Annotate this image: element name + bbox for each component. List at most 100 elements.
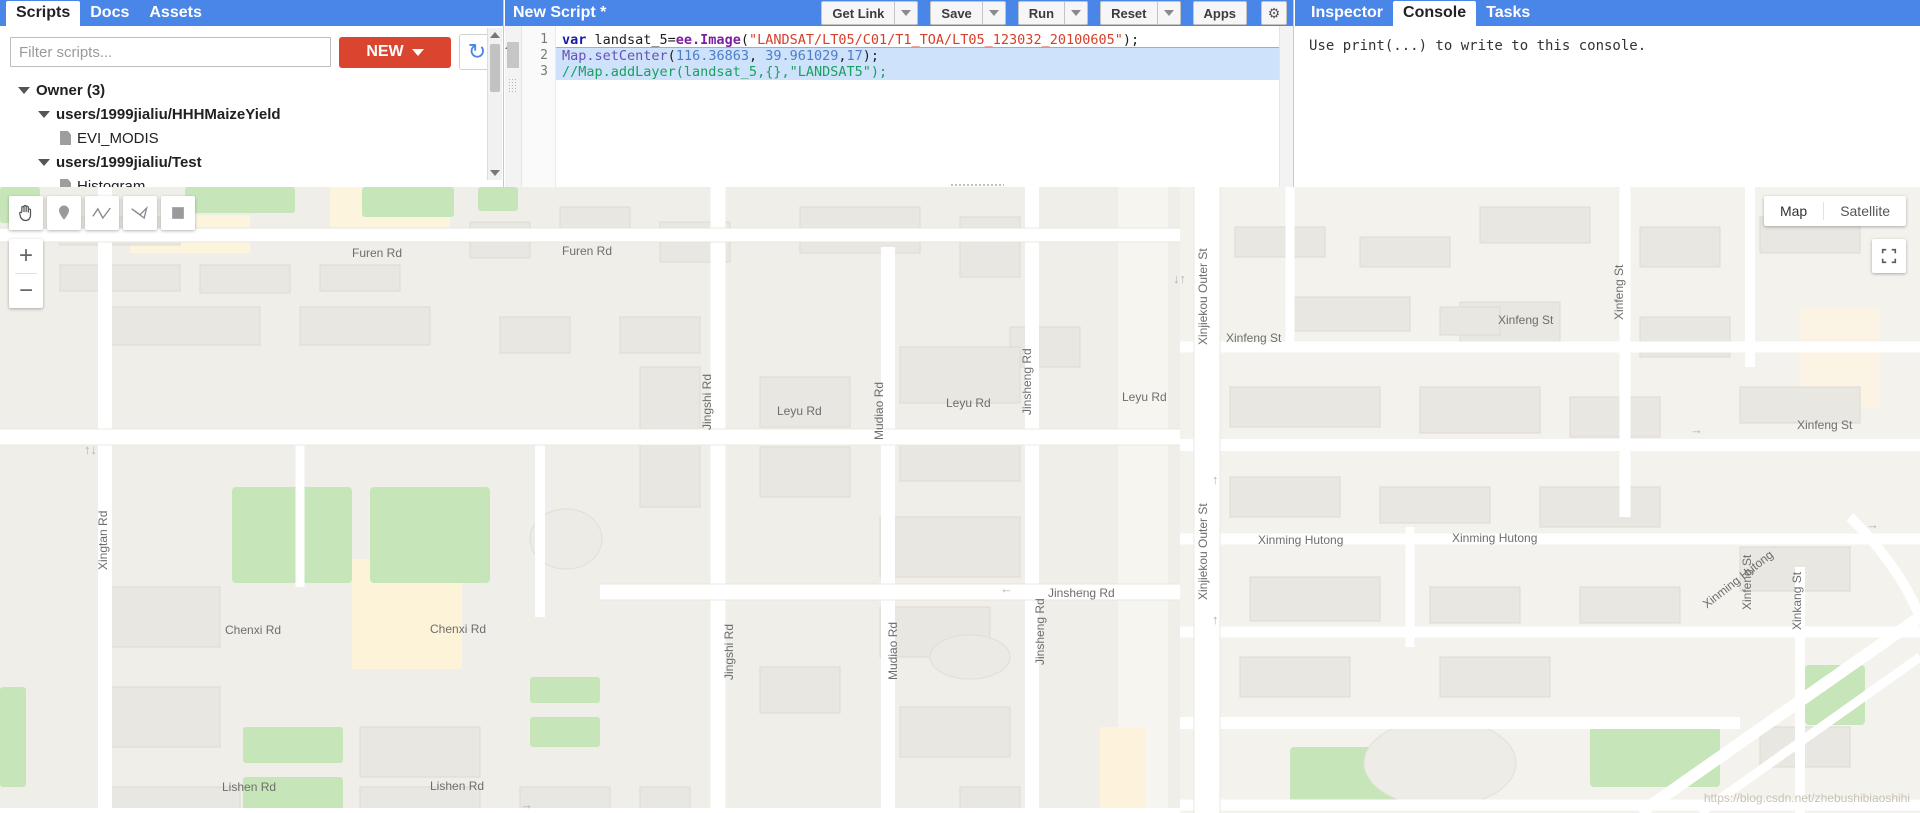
filter-scripts-input[interactable]: [10, 37, 331, 67]
road-label-vertical: Mudiao Rd: [886, 621, 900, 680]
zoom-control: + −: [9, 239, 43, 308]
code-text[interactable]: var landsat_5=ee.Image("LANDSAT/LT05/C01…: [556, 26, 1279, 187]
run-group: Run: [1017, 1, 1089, 25]
reset-button[interactable]: Reset: [1100, 1, 1158, 25]
reset-dropdown[interactable]: [1157, 1, 1181, 25]
code-line: Map.setCenter(116.36863, 39.961029,17);: [556, 48, 1279, 64]
triangle-down-icon: [490, 170, 500, 176]
chevron-down-icon[interactable]: [18, 86, 30, 94]
get-link-button[interactable]: Get Link: [821, 1, 896, 25]
code-token: );: [1122, 32, 1140, 48]
tree-item-hhhmaizeyield[interactable]: users/1999jialiu/HHHMaizeYield: [10, 102, 503, 126]
marker-pin-icon[interactable]: [47, 196, 81, 230]
tab-docs[interactable]: Docs: [80, 1, 139, 26]
tree-item-evi-modis[interactable]: EVI_MODIS: [10, 126, 503, 150]
polyline-icon[interactable]: [85, 196, 119, 230]
road-label-vertical: Jinsheng Rd: [1033, 598, 1047, 665]
direction-arrow-icon: ←: [1000, 581, 1013, 596]
zoom-out-button[interactable]: −: [9, 274, 43, 308]
chevron-down-icon: [411, 48, 424, 56]
map-type-satellite-button[interactable]: Satellite: [1824, 196, 1906, 226]
gear-icon: ⚙: [1267, 5, 1281, 21]
tree-item-test[interactable]: users/1999jialiu/Test: [10, 150, 503, 174]
drawing-tools-toolbar: [9, 196, 195, 230]
save-group: Save: [930, 1, 1006, 25]
resize-grip[interactable]: [508, 78, 517, 92]
code-token: //Map.addLayer(landsat_5,{},"LANDSAT5");: [562, 64, 888, 80]
save-dropdown[interactable]: [982, 1, 1006, 25]
save-button[interactable]: Save: [930, 1, 983, 25]
road-label-vertical: Jingshi Rd: [722, 623, 736, 680]
road-label-vertical: Jingshi Rd: [700, 373, 714, 430]
tab-tasks[interactable]: Tasks: [1476, 1, 1540, 26]
code-token: 116.36863: [675, 48, 749, 64]
apps-group: Apps: [1192, 1, 1247, 25]
direction-arrow-icon: ↑: [1212, 612, 1219, 627]
chevron-down-icon[interactable]: [38, 158, 50, 166]
chevron-down-icon: [901, 10, 912, 16]
line-number-gutter: 1 2 3: [522, 26, 556, 187]
tree-item-label: Owner (3): [36, 81, 106, 99]
road-label-vertical: Xinjiekou Outer St: [1196, 503, 1210, 600]
apps-button[interactable]: Apps: [1192, 1, 1247, 25]
code-token: landsat_5=: [594, 32, 676, 48]
code-left-scrollbar[interactable]: [505, 26, 522, 187]
direction-arrow-icon: →: [520, 797, 533, 812]
code-right-scrollbar[interactable]: [1279, 26, 1293, 187]
road-label-vertical: Xingtan Rd: [96, 510, 110, 570]
direction-arrow-icon: ↑↓: [84, 442, 97, 457]
line-number: 2: [540, 48, 548, 63]
tree-item-owner[interactable]: Owner (3): [10, 78, 503, 102]
road-label-vertical: Xinfeng St: [1612, 264, 1626, 320]
rectangle-icon[interactable]: [161, 196, 195, 230]
run-button[interactable]: Run: [1017, 1, 1066, 25]
scripts-scrollbar[interactable]: [487, 28, 502, 180]
scroll-up-button[interactable]: [488, 28, 502, 42]
road-label: Xinming Hutong: [1452, 531, 1538, 545]
script-file-icon: [60, 131, 71, 145]
code-line: var landsat_5=ee.Image("LANDSAT/LT05/C01…: [556, 32, 1279, 48]
watermark-text: https://blog.csdn.net/zhebushibiaoshihi: [1703, 791, 1910, 805]
fullscreen-button[interactable]: [1872, 239, 1906, 273]
scroll-down-button[interactable]: [488, 166, 502, 180]
road-label-vertical: Xinkang St: [1790, 571, 1804, 630]
road-label: Leyu Rd: [777, 404, 822, 418]
road-label: Lishen Rd: [430, 779, 485, 793]
code-token: 39.961029: [765, 48, 839, 64]
line-number: 3: [540, 64, 548, 79]
zoom-in-button[interactable]: +: [9, 239, 43, 273]
tab-inspector[interactable]: Inspector: [1301, 1, 1393, 26]
road-label: Furen Rd: [562, 244, 613, 258]
tab-scripts[interactable]: Scripts: [6, 1, 81, 26]
scrollbar-thumb[interactable]: [490, 44, 500, 92]
code-token: (: [667, 48, 676, 64]
code-line: //Map.addLayer(landsat_5,{},"LANDSAT5");: [556, 64, 1279, 80]
console-message: Use print(...) to write to this console.: [1309, 38, 1647, 54]
panel-resize-handle[interactable]: [950, 183, 1004, 188]
road-label-vertical: Xinjiekou Outer St: [1196, 248, 1210, 345]
code-token: ee.Image: [675, 32, 741, 48]
code-token: (: [740, 32, 749, 48]
get-link-dropdown[interactable]: [895, 1, 919, 25]
scrollbar-thumb[interactable]: [507, 42, 519, 68]
code-token: Map.setCenter: [562, 48, 668, 64]
run-dropdown[interactable]: [1065, 1, 1089, 25]
get-link-group: Get Link: [821, 1, 919, 25]
line-number: 1: [540, 32, 548, 47]
chevron-down-icon[interactable]: [38, 110, 50, 118]
new-script-button[interactable]: NEW: [339, 36, 451, 68]
road-label: Leyu Rd: [946, 396, 991, 410]
direction-arrow-icon: ↓↑: [1173, 271, 1186, 286]
editor-toolbar: New Script * Get Link Save Run Reset App…: [505, 0, 1293, 26]
road-label: Xinming Hutong: [1258, 533, 1344, 547]
tree-item-label: users/1999jialiu/Test: [56, 153, 202, 171]
tab-assets[interactable]: Assets: [139, 1, 211, 26]
polygon-icon[interactable]: [123, 196, 157, 230]
tab-console[interactable]: Console: [1393, 1, 1477, 26]
script-title: New Script *: [513, 4, 607, 21]
map-view[interactable]: Furen Rd Furen Rd Leyu Rd Leyu Rd Leyu Rd Che…: [0, 187, 1920, 813]
pan-hand-icon[interactable]: [9, 196, 43, 230]
map-type-map-button[interactable]: Map: [1764, 196, 1823, 226]
editor-settings-button[interactable]: ⚙: [1261, 1, 1287, 25]
road-label: Lishen Rd: [222, 780, 277, 794]
